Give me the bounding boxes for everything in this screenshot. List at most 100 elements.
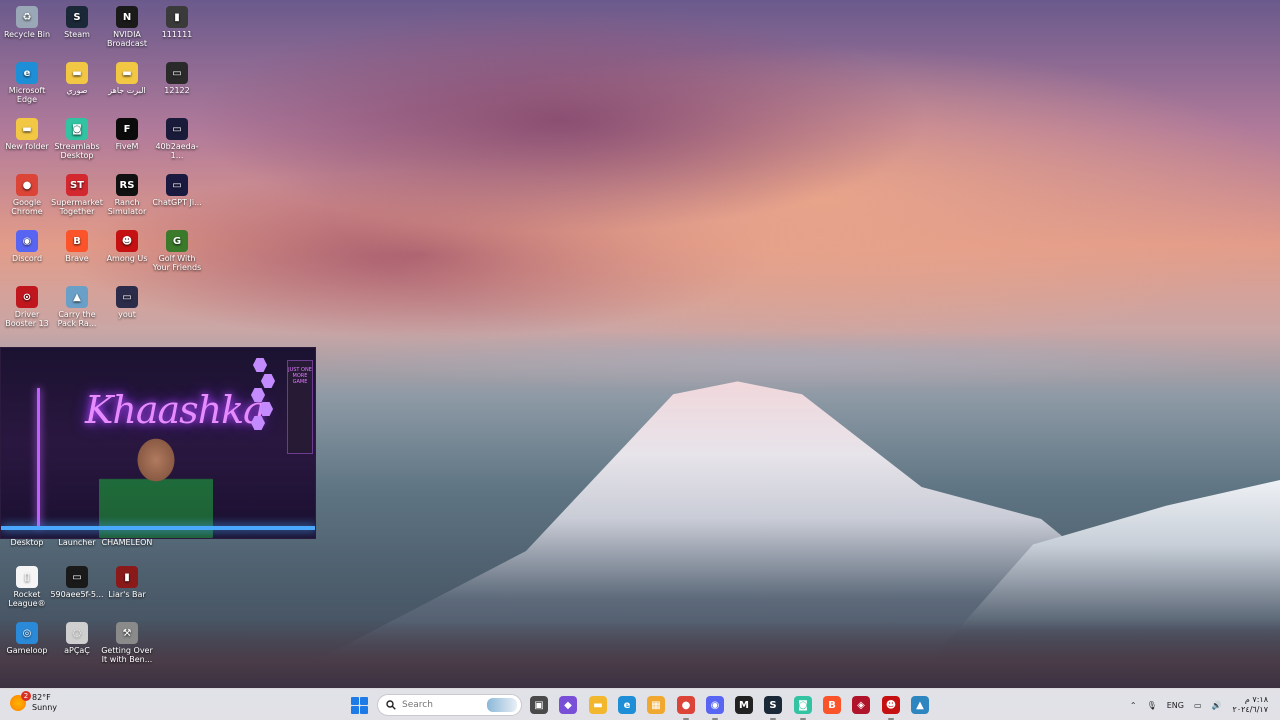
desktop-icon-yout[interactable]: ▭ yout — [100, 282, 154, 319]
notification-badge: 2 — [21, 691, 31, 701]
desktop-icon-fivem[interactable]: F FiveM — [100, 114, 154, 151]
weather-widget[interactable]: 2 82°F Sunny — [10, 691, 57, 713]
taskbar-file-explorer-icon[interactable]: ▬ — [589, 696, 607, 714]
desktop-icon-epic-launcher[interactable]: Launcher — [50, 538, 104, 547]
file-590aee-icon: ▭ — [66, 566, 88, 588]
yout-icon: ▭ — [116, 286, 138, 308]
taskbar-microsoft-365-icon[interactable]: ◆ — [559, 696, 577, 714]
wallpaper-foreground — [0, 620, 1280, 690]
taskbar-epic-icon[interactable]: M — [735, 696, 753, 714]
desktop-icon-label: Golf With Your Friends — [152, 254, 202, 272]
volume-icon[interactable]: 🔊 — [1207, 701, 1227, 710]
apcac-icon: ◌ — [66, 622, 88, 644]
desktop-icon-among-us[interactable]: ☻ Among Us — [100, 226, 154, 263]
desktop-icon-supermarket-together[interactable]: ST Supermarket Together — [50, 170, 104, 216]
taskbar-brave-icon[interactable]: B — [823, 696, 841, 714]
desktop-icon-chameleon[interactable]: CHAMELEON — [100, 538, 154, 547]
desktop-icon-label: Brave — [65, 254, 89, 263]
neon-sign: Khaashka — [85, 388, 266, 432]
desktop-icon-liars-bar[interactable]: ▮ Liar's Bar — [100, 562, 154, 599]
desktop-icon-golf-with-friends[interactable]: G Golf With Your Friends — [150, 226, 204, 272]
desktop-icon-file-590aee[interactable]: ▭ 590aee5f-5... — [50, 562, 104, 599]
weather-condition: Sunny — [32, 703, 58, 712]
gameloop-icon: ◎ — [16, 622, 38, 644]
nvidia-broadcast-icon: N — [116, 6, 138, 28]
streamer — [99, 428, 213, 538]
taskbar-steam-icon[interactable]: S — [764, 696, 782, 720]
desktop-icon-recycle-bin[interactable]: ♻ Recycle Bin — [0, 2, 54, 39]
taskbar-among-us-icon[interactable]: ☻ — [882, 696, 900, 720]
desktop-icon-carry-the-pack[interactable]: ▲ Carry the Pack Ra... — [50, 282, 104, 328]
desktop-icon-getting-over-it[interactable]: ⚒ Getting Over It with Ben... — [100, 618, 154, 664]
taskbar-chrome-icon[interactable]: ● — [677, 696, 695, 720]
desktop-icon-gameloop[interactable]: ◎ Gameloop — [0, 618, 54, 655]
desktop-icon-microsoft-edge[interactable]: e Microsoft Edge — [0, 58, 54, 104]
desktop-icon-label: Desktop — [10, 538, 44, 547]
weather-text: 82°F Sunny — [32, 693, 57, 713]
network-icon[interactable]: ▭ — [1189, 701, 1207, 710]
desktop-icon-streamlabs[interactable]: ◙ Streamlabs Desktop — [50, 114, 104, 160]
neon-strip-left — [37, 388, 40, 528]
desktop-icon-chatgpt[interactable]: ▭ ChatGPT Ji... — [150, 170, 204, 207]
clock-date: ٢٠٢٤/٦/١٧ — [1232, 705, 1268, 714]
hex-light — [261, 374, 275, 388]
folder-sowari-icon: ▬ — [66, 62, 88, 84]
system-tray: ⌃ 🎙 ENG ▭ 🔊 ٧:١٨ م ٢٠٢٤/٦/١٧ — [1125, 689, 1280, 720]
desktop-icon-brave[interactable]: B Brave — [50, 226, 104, 263]
desktop-icon-label: Driver Booster 13 — [5, 310, 49, 328]
desktop-icon-discord[interactable]: ◉ Discord — [0, 226, 54, 263]
carry-the-pack-icon: ▲ — [66, 286, 88, 308]
taskbar-app-red-icon[interactable]: ◈ — [852, 696, 870, 714]
desktop-icon-apcac[interactable]: ◌ aPÇaÇ — [50, 618, 104, 655]
language-indicator[interactable]: ENG — [1162, 701, 1189, 710]
taskbar-edge-icon[interactable]: e — [618, 696, 636, 714]
desktop-icon-file-12122[interactable]: ▭ 12122 — [150, 58, 204, 95]
desktop-icon-google-chrome[interactable]: ● Google Chrome — [0, 170, 54, 216]
desktop-icon-label: yout — [118, 310, 136, 319]
taskbar: 2 82°F Sunny ▣ ◆ ▬ e ▦ ● ◉ MS ◙ B ◈ ☻ ▲ ⌃ 🎙 ENG ▭ 🔊 … — [0, 688, 1280, 720]
microphone-icon[interactable]: 🎙 — [1142, 701, 1162, 710]
clock[interactable]: ٧:١٨ م ٢٠٢٤/٦/١٧ — [1227, 695, 1280, 715]
taskbar-search[interactable] — [377, 694, 522, 716]
discord-icon: ◉ — [16, 230, 38, 252]
taskbar-store-icon[interactable]: ▦ — [647, 696, 665, 714]
desktop-icon-folder-albirt[interactable]: ▬ البرت جاهز — [100, 58, 154, 95]
desktop-icon-folder-sowari[interactable]: ▬ صوري — [50, 58, 104, 95]
desktop-icon-label: 111111 — [161, 30, 193, 39]
desktop-icon-file-40b[interactable]: ▭ 40b2aeda-1... — [150, 114, 204, 160]
desktop-icon-label: Discord — [11, 254, 43, 263]
desktop-icon-label: 590aee5f-5... — [50, 590, 104, 599]
file-111111-icon: ▮ — [166, 6, 188, 28]
new-folder-icon: ▬ — [16, 118, 38, 140]
desktop-icon-steam[interactable]: S Steam — [50, 2, 104, 39]
desktop-icon-label: Microsoft Edge — [8, 86, 46, 104]
windows-logo-icon — [351, 697, 359, 705]
desktop-icon-label: Supermarket Together — [51, 198, 103, 216]
taskbar-streamlabs-icon[interactable]: ◙ — [794, 696, 812, 720]
desktop-icon-desktop-partial[interactable]: Desktop — [0, 538, 54, 547]
desktop-icon-label: Gameloop — [6, 646, 48, 655]
liars-bar-icon: ▮ — [116, 566, 138, 588]
desktop-icon-driver-booster[interactable]: ⊙ Driver Booster 13 — [0, 282, 54, 328]
google-chrome-icon: ● — [16, 174, 38, 196]
desktop-icon-label: ChatGPT Ji... — [152, 198, 202, 207]
search-input[interactable] — [402, 700, 482, 710]
desktop-icon-rocket-league[interactable]: ▯ Rocket League® — [0, 562, 54, 608]
taskbar-photos-icon[interactable]: ▲ — [911, 696, 929, 714]
brave-icon: B — [66, 230, 88, 252]
desktop-icon-nvidia-broadcast[interactable]: N NVIDIA Broadcast — [100, 2, 154, 48]
ranch-simulator-icon: RS — [116, 174, 138, 196]
desktop-icon-file-111111[interactable]: ▮ 111111 — [150, 2, 204, 39]
taskbar-task-view-icon[interactable]: ▣ — [530, 696, 548, 714]
getting-over-it-icon: ⚒ — [116, 622, 138, 644]
desktop-icon-label: aPÇaÇ — [64, 646, 90, 655]
desktop-icon-ranch-simulator[interactable]: RS Ranch Simulator — [100, 170, 154, 216]
wallpaper-cloud-band — [300, 330, 1280, 390]
taskbar-discord-icon[interactable]: ◉ — [706, 696, 724, 720]
windows-logo-icon — [360, 697, 368, 705]
poster: JUST ONE MORE GAME — [287, 360, 313, 454]
start-button[interactable] — [351, 697, 368, 714]
desktop-icon-new-folder[interactable]: ▬ New folder — [0, 114, 54, 151]
desktop-icon-label: Ranch Simulator — [107, 198, 147, 216]
chevron-up-icon[interactable]: ⌃ — [1125, 701, 1142, 710]
